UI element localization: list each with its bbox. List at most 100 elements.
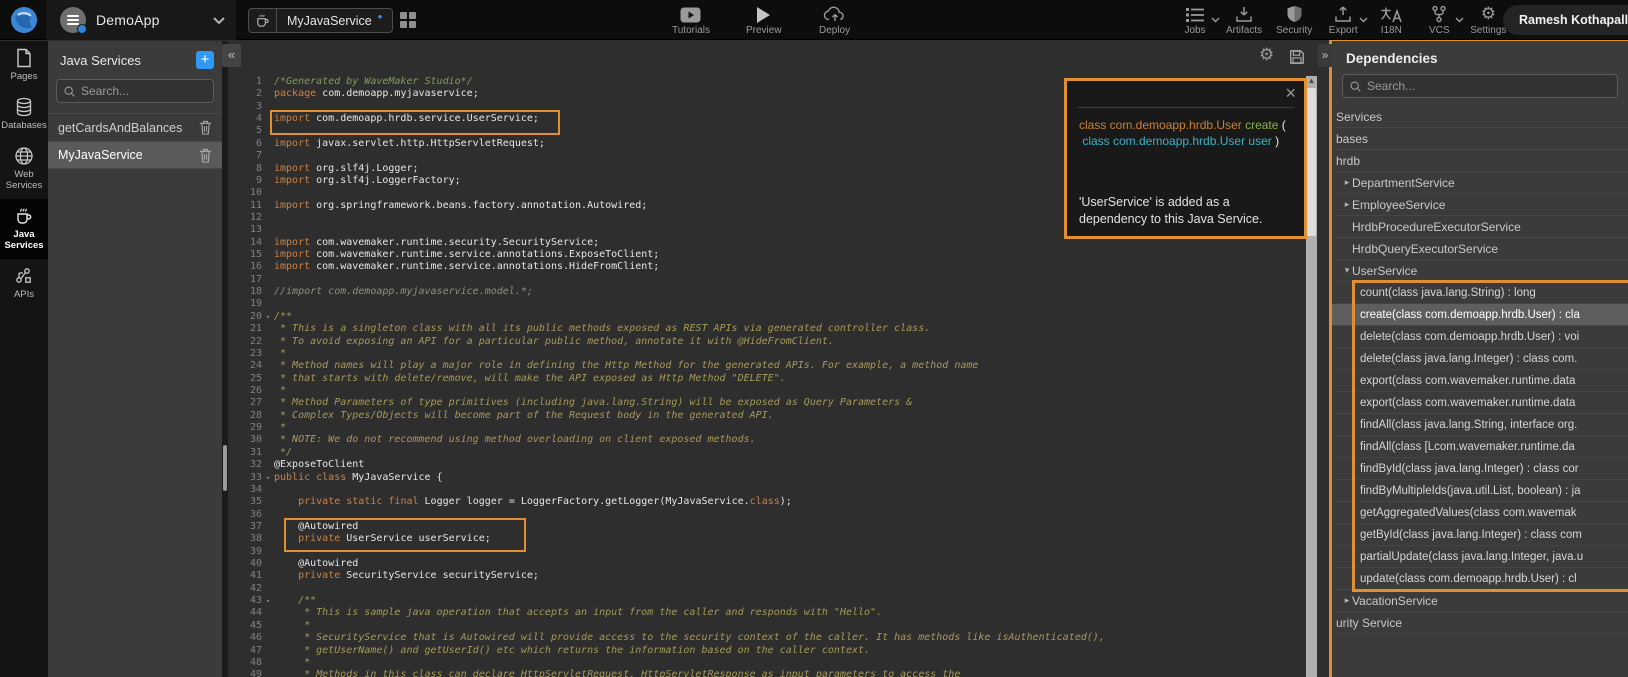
user-menu[interactable]: Ramesh Kothapalli RK — [1503, 5, 1628, 35]
sidebar-item-web-services[interactable]: WebServices — [0, 139, 48, 199]
service-item-MyJavaService[interactable]: MyJavaService — [48, 141, 222, 169]
tutorials-button[interactable]: Tutorials — [672, 5, 710, 36]
code-line-16: 16import com.wavemaker.runtime.service.a… — [228, 261, 1306, 273]
method-item-findbymultipleids[interactable]: findByMultipleIds(java.util.List, boolea… — [1332, 480, 1628, 502]
method-item-findbyid[interactable]: findById(class java.lang.Integer) : clas… — [1332, 458, 1628, 480]
preview-button[interactable]: Preview — [746, 5, 782, 36]
service-item-getCardsAndBalances[interactable]: getCardsAndBalances — [48, 113, 222, 141]
save-icon[interactable] — [1289, 49, 1305, 65]
vcs-button[interactable]: VCS — [1422, 5, 1456, 36]
service-search-input[interactable] — [81, 84, 207, 98]
code-line-42: 42 — [228, 583, 1306, 595]
tree-item-userservice[interactable]: ▾UserService — [1332, 260, 1628, 282]
method-item-getbyid[interactable]: getById(class java.lang.Integer) : class… — [1332, 524, 1628, 546]
code-line-18: 18//import com.demoapp.myjavaservice.mod… — [228, 286, 1306, 298]
chevron-down-icon — [1211, 17, 1220, 23]
fold-arrow-icon[interactable]: ▾ — [262, 595, 274, 607]
sidebar-item-java-services[interactable]: JavaServices — [0, 199, 48, 259]
chevron-collapsed-icon[interactable]: ▸ — [1342, 595, 1352, 606]
workspace-grid-icon[interactable] — [400, 12, 417, 29]
chevron-collapsed-icon[interactable]: ▸ — [1342, 199, 1352, 210]
line-number: 11 — [228, 200, 262, 212]
tree-item-departmentservice[interactable]: ▸DepartmentService — [1332, 172, 1628, 194]
method-item-partialupdate[interactable]: partialUpdate(class java.lang.Integer, j… — [1332, 546, 1628, 568]
scrollbar-thumb[interactable] — [1307, 88, 1316, 236]
tree-item-hrdb[interactable]: hrdb — [1332, 150, 1628, 172]
line-number: 15 — [228, 249, 262, 261]
artifacts-button[interactable]: Artifacts — [1226, 5, 1262, 36]
method-item-update[interactable]: update(class com.demoapp.hrdb.User) : cl — [1332, 568, 1628, 590]
code-line-25: 25 * that starts with delete/remove, wil… — [228, 373, 1306, 385]
line-number: 46 — [228, 632, 262, 644]
line-number: 20 — [228, 311, 262, 323]
line-number: 30 — [228, 434, 262, 446]
topbar: DemoApp MyJavaService • Tutorials Preview… — [0, 0, 1628, 40]
scroll-up-icon[interactable]: ▲ — [1306, 76, 1317, 86]
project-switcher[interactable]: DemoApp — [46, 0, 236, 40]
resource-sidebar: PagesDatabasesWebServicesJavaServicesAPI… — [0, 41, 48, 677]
tree-item-employeeservice[interactable]: ▸EmployeeService — [1332, 194, 1628, 216]
code-line-17: 17 — [228, 274, 1306, 286]
method-item-delete[interactable]: delete(class com.demoapp.hrdb.User) : vo… — [1332, 326, 1628, 348]
line-number: 34 — [228, 484, 262, 496]
sidebar-item-pages[interactable]: Pages — [0, 41, 48, 90]
tree-item-hrdbqueryexecutorservice[interactable]: HrdbQueryExecutorService — [1332, 238, 1628, 260]
service-search — [56, 79, 214, 103]
code-line-20: 20▾/** — [228, 311, 1306, 323]
wavemaker-logo-icon[interactable] — [6, 3, 42, 37]
code-line-49: 49 * Methods in this class can declare H… — [228, 669, 1306, 677]
tree-item-bases[interactable]: bases — [1332, 128, 1628, 150]
code-line-33: 33▾public class MyJavaService { — [228, 472, 1306, 484]
deploy-button[interactable]: Deploy — [818, 5, 852, 36]
chevron-expanded-icon[interactable]: ▾ — [1342, 265, 1352, 276]
code-line-26: 26 * — [228, 385, 1306, 397]
line-number: 29 — [228, 422, 262, 434]
panel-scrollbar[interactable]: ▲ — [1306, 76, 1317, 677]
method-item-findall[interactable]: findAll(class [Lcom.wavemaker.runtime.da — [1332, 436, 1628, 458]
dependencies-search-input[interactable] — [1367, 79, 1611, 93]
tree-item-urity-service[interactable]: urity Service — [1332, 612, 1628, 634]
tree-item-vacationservice[interactable]: ▸VacationService — [1332, 590, 1628, 612]
fold-arrow-icon[interactable]: ▾ — [262, 311, 274, 323]
sidebar-item-apis[interactable]: APIs — [0, 259, 48, 308]
wavemaker-studio-app: DemoApp MyJavaService • Tutorials Preview… — [0, 0, 1628, 677]
line-number: 38 — [228, 533, 262, 545]
popup-divider — [1077, 107, 1294, 108]
method-item-count[interactable]: count(class java.lang.String) : long — [1332, 282, 1628, 304]
line-number: 32 — [228, 459, 262, 471]
code-line-45: 45 * — [228, 620, 1306, 632]
export-button[interactable]: Export — [1326, 5, 1360, 36]
method-item-getaggregatedvalues[interactable]: getAggregatedValues(class com.wavemak — [1332, 502, 1628, 524]
method-item-create[interactable]: create(class com.demoapp.hrdb.User) : cl… — [1332, 304, 1628, 326]
tree-item-services[interactable]: Services — [1332, 106, 1628, 128]
line-number: 2 — [228, 88, 262, 100]
method-item-export[interactable]: export(class com.wavemaker.runtime.data — [1332, 370, 1628, 392]
fold-arrow-icon[interactable]: ▾ — [262, 472, 274, 484]
chevron-collapsed-icon[interactable]: ▸ — [1342, 177, 1352, 188]
security-icon — [1286, 5, 1303, 23]
method-item-export[interactable]: export(class com.wavemaker.runtime.data — [1332, 392, 1628, 414]
settings-button[interactable]: ⚙Settings — [1470, 5, 1506, 36]
export-icon — [1334, 5, 1352, 23]
dependencies-search — [1342, 74, 1618, 98]
add-service-button[interactable]: + — [196, 51, 214, 69]
trash-icon[interactable] — [199, 148, 212, 163]
trash-icon[interactable] — [199, 120, 212, 135]
collapse-left-panel-button[interactable]: « — [222, 44, 241, 67]
i18n-button[interactable]: I18N — [1374, 5, 1408, 36]
jobs-button[interactable]: Jobs — [1178, 5, 1212, 36]
line-number: 39 — [228, 546, 262, 558]
sidebar-item-databases[interactable]: Databases — [0, 90, 48, 139]
method-item-findall[interactable]: findAll(class java.lang.String, interfac… — [1332, 414, 1628, 436]
editor-settings-gear-icon[interactable]: ⚙ — [1259, 47, 1274, 65]
tree-item-hrdbprocedureexecutorservice[interactable]: HrdbProcedureExecutorService — [1332, 216, 1628, 238]
method-item-delete[interactable]: delete(class java.lang.Integer) : class … — [1332, 348, 1628, 370]
topbar-center-actions: Tutorials Preview Deploy — [672, 0, 852, 40]
security-button[interactable]: Security — [1276, 5, 1312, 36]
close-icon[interactable]: × — [1285, 83, 1296, 104]
expand-right-panel-button[interactable]: » — [1318, 44, 1332, 67]
chevron-down-icon[interactable] — [212, 16, 226, 25]
tab-myjavaservice[interactable]: MyJavaService • — [248, 8, 393, 33]
line-number: 36 — [228, 509, 262, 521]
code-line-43: 43▾ /** — [228, 595, 1306, 607]
